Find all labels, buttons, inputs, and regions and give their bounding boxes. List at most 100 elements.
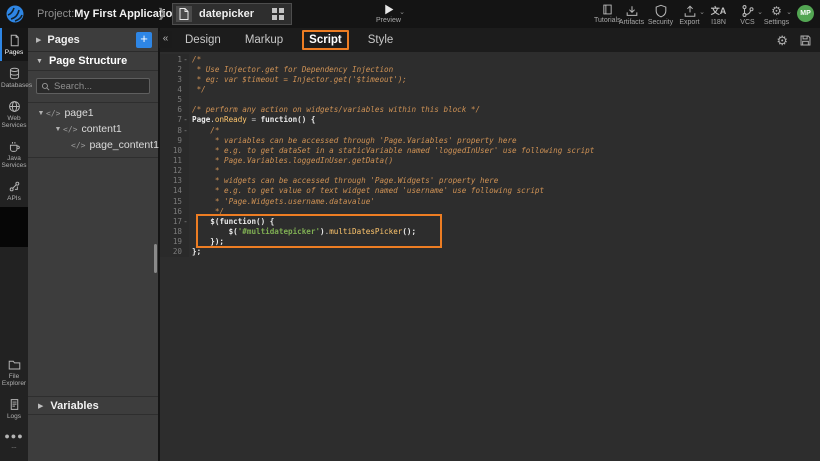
fold-toggle-icon[interactable]: - — [182, 217, 189, 226]
save-icon[interactable] — [799, 34, 812, 47]
tab-script[interactable]: Script — [302, 30, 349, 50]
tab-style[interactable]: Style — [363, 32, 399, 48]
line-code: }; — [189, 247, 201, 256]
tree-item-content1[interactable]: ▼ </> content1 — [28, 121, 158, 137]
wavemaker-studio: Project: My First Application ❯ datepick… — [0, 0, 820, 461]
code-line-11[interactable]: 11 * Page.Variables.loggedInUser.getData… — [160, 155, 820, 165]
expand-arrow-icon[interactable]: ▼ — [53, 126, 63, 133]
upload-icon — [683, 4, 697, 18]
line-code: * variables can be accessed through 'Pag… — [189, 136, 517, 145]
variables-section[interactable]: ▶ Variables — [28, 396, 158, 415]
tab-design[interactable]: Design — [180, 32, 226, 48]
code-line-15[interactable]: 15 * 'Page.Widgets.username.datavalue' — [160, 196, 820, 206]
line-code: /* — [189, 55, 201, 64]
rail-item-file-explorer[interactable]: File Explorer — [0, 352, 28, 392]
security-label: Security — [648, 19, 673, 26]
script-editor[interactable]: 1 - /* 2 * Use Injector.get for Dependen… — [160, 52, 820, 461]
rail-item-label: APIs — [1, 195, 27, 202]
vcs-button[interactable]: VCS⌄ — [733, 2, 762, 26]
line-number: 11 — [160, 156, 182, 165]
code-line-10[interactable]: 10 * e.g. to get dataSet in a staticVari… — [160, 145, 820, 155]
fold-toggle-icon[interactable]: - — [182, 55, 189, 64]
tree-item-page_content1[interactable]: </> page_content1 — [28, 137, 158, 153]
grid-icon[interactable] — [272, 8, 284, 20]
code-line-7[interactable]: 7 - Page.onReady = function() { — [160, 115, 820, 125]
code-line-4[interactable]: 4 */ — [160, 84, 820, 94]
line-code: $('#multidatepicker').multiDatesPicker()… — [189, 227, 416, 236]
script-settings-gear-icon[interactable]: ⚙ — [776, 34, 788, 47]
code-line-1[interactable]: 1 - /* — [160, 54, 820, 64]
code-line-12[interactable]: 12 * — [160, 166, 820, 176]
expand-arrow-icon[interactable]: ▼ — [36, 110, 46, 117]
sidebar-header: ▶ Pages + — [28, 28, 158, 52]
code-line-2[interactable]: 2 * Use Injector.get for Dependency Inje… — [160, 64, 820, 74]
page-structure-section[interactable]: ▼ Page Structure — [28, 52, 158, 71]
line-code: */ — [189, 85, 206, 94]
line-code: * — [189, 166, 219, 175]
artifacts-label: Artifacts — [619, 19, 644, 26]
tab-markup[interactable]: Markup — [240, 32, 288, 48]
pages-sidebar: ▶ Pages + ▼ Page Structure ▼ </> page1▼ … — [28, 28, 160, 461]
rail-item--[interactable]: ●●● ... — [0, 425, 28, 455]
code-line-17[interactable]: 17 - $(function() { — [160, 216, 820, 226]
open-page-tab[interactable]: datepicker — [172, 3, 292, 25]
file-icon — [176, 6, 192, 22]
translate-icon: 文A — [711, 4, 727, 18]
line-number: 18 — [160, 227, 182, 236]
folder-icon — [8, 358, 21, 371]
line-gutter: 7 - — [160, 115, 189, 125]
app-logo-icon[interactable] — [5, 4, 25, 24]
rail-item-web-services[interactable]: Web Services — [0, 94, 28, 134]
collapse-arrow-icon: ▶ — [38, 402, 43, 410]
i18n-button[interactable]: 文A I18N — [704, 2, 733, 26]
chevron-down-icon: ⌄ — [786, 8, 792, 16]
fold-toggle-icon[interactable]: - — [182, 126, 189, 135]
rail-item-logs[interactable]: Logs — [0, 392, 28, 425]
code-line-3[interactable]: 3 * eg: var $timeout = Injector.get('$ti… — [160, 74, 820, 84]
settings-button[interactable]: ⚙ Settings⌄ — [762, 2, 791, 26]
line-number: 20 — [160, 247, 182, 256]
export-button[interactable]: Export⌄ — [675, 2, 704, 26]
tree-item-label: page_content1 — [89, 139, 158, 151]
line-number: 19 — [160, 237, 182, 246]
fold-toggle-icon[interactable]: - — [182, 115, 189, 124]
download-icon — [625, 4, 639, 18]
code-line-13[interactable]: 13 * widgets can be accessed through 'Pa… — [160, 176, 820, 186]
line-code: * widgets can be accessed through 'Page.… — [189, 176, 498, 185]
code-line-16[interactable]: 16 */ — [160, 206, 820, 216]
artifacts-button[interactable]: Artifacts — [617, 2, 646, 26]
line-number: 10 — [160, 146, 182, 155]
code-line-8[interactable]: 8 - /* — [160, 125, 820, 135]
rail-item-databases[interactable]: Databases — [0, 61, 28, 94]
code-line-20[interactable]: 20 }; — [160, 247, 820, 257]
vcs-label: VCS — [740, 19, 754, 26]
security-button[interactable]: Security — [646, 2, 675, 26]
chevron-down-icon: ⌄ — [399, 8, 405, 16]
rail-item-apis[interactable]: APIs — [0, 174, 28, 207]
code-line-14[interactable]: 14 * e.g. to get value of text widget na… — [160, 186, 820, 196]
rail-item-pages[interactable]: Pages — [0, 28, 28, 61]
tree-item-label: page1 — [64, 107, 93, 119]
branch-icon — [741, 4, 755, 18]
rail-item-label: ... — [1, 443, 27, 450]
code-line-18[interactable]: 18 $('#multidatepicker').multiDatesPicke… — [160, 226, 820, 236]
collapse-sidebar-button[interactable]: « — [159, 31, 172, 48]
code-line-5[interactable]: 5 — [160, 95, 820, 105]
search-input[interactable] — [54, 81, 145, 92]
preview-button[interactable]: ⌄ Preview — [376, 3, 401, 24]
code-line-9[interactable]: 9 * variables can be accessed through 'P… — [160, 135, 820, 145]
logs-icon — [8, 398, 21, 411]
code-line-19[interactable]: 19 }); — [160, 237, 820, 247]
add-page-button[interactable]: + — [136, 32, 152, 48]
rail-item-java-services[interactable]: Java Services — [0, 134, 28, 174]
page-structure-title: Page Structure — [49, 55, 127, 67]
user-avatar[interactable]: MP — [797, 5, 814, 22]
rail-item-label: Java Services — [1, 155, 27, 169]
sidebar-scrollbar[interactable] — [154, 244, 157, 273]
tree-item-page1[interactable]: ▼ </> page1 — [28, 105, 158, 121]
code-line-6[interactable]: 6 /* perform any action on widgets/varia… — [160, 105, 820, 115]
line-gutter: 13 — [160, 176, 189, 186]
line-number: 3 — [160, 75, 182, 84]
line-code: Page.onReady = function() { — [189, 115, 315, 124]
collapse-arrow-icon[interactable]: ▶ — [36, 36, 41, 44]
